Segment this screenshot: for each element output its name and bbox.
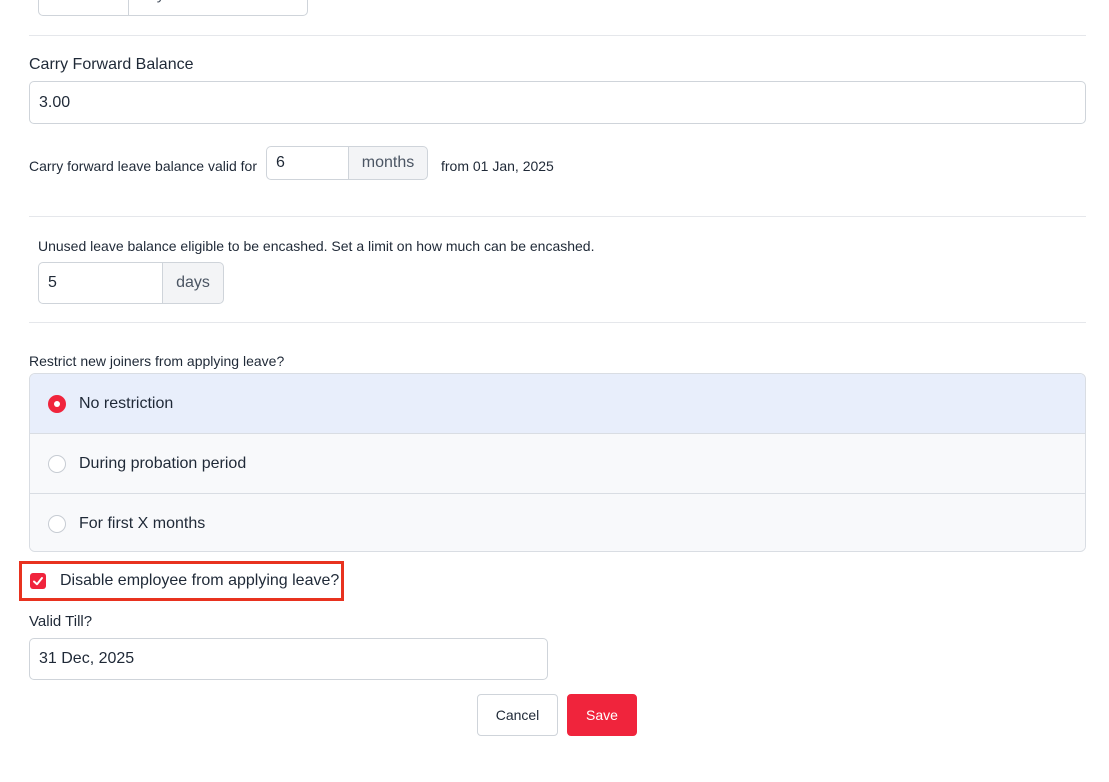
restrict-label: Restrict new joiners from applying leave… <box>29 353 285 369</box>
valid-till-input[interactable]: 31 Dec, 2025 <box>29 638 548 680</box>
radio-unselected-icon[interactable] <box>48 514 66 533</box>
checkmark-icon <box>33 577 43 586</box>
encashment-days-input[interactable]: 5 <box>38 262 162 304</box>
save-button[interactable]: Save <box>567 694 637 736</box>
restrict-option-label: During probation period <box>79 454 247 472</box>
encashment-group: 5 days <box>38 262 224 304</box>
top-days-group: 5 days <box>38 0 308 16</box>
carry-forward-validity-suffix: from 01 Jan, 2025 <box>441 158 554 174</box>
carry-forward-validity-group: 6 months <box>266 146 428 180</box>
divider-1 <box>29 35 1086 36</box>
cancel-button[interactable]: Cancel <box>477 694 558 736</box>
encashment-days-suffix: days <box>162 262 224 304</box>
restrict-option-no-restriction[interactable]: No restriction <box>30 374 1085 433</box>
restrict-option-label: For first X months <box>79 514 206 532</box>
divider-3 <box>29 322 1086 323</box>
restrict-option-label: No restriction <box>79 394 174 412</box>
carry-forward-months-input[interactable]: 6 <box>266 146 348 180</box>
restrict-option-first-x-months[interactable]: For first X months <box>30 493 1085 551</box>
divider-2 <box>29 216 1086 217</box>
disable-leave-checkbox[interactable] <box>30 573 46 589</box>
radio-unselected-icon[interactable] <box>48 454 66 473</box>
carry-forward-months-suffix: months <box>348 146 428 180</box>
top-days-input[interactable]: 5 <box>38 0 128 16</box>
carry-forward-validity-prefix: Carry forward leave balance valid for <box>29 158 257 174</box>
valid-till-label: Valid Till? <box>29 613 93 630</box>
carry-forward-input[interactable]: 3.00 <box>29 81 1086 124</box>
restrict-option-probation[interactable]: During probation period <box>30 433 1085 493</box>
restrict-options: No restriction During probation period F… <box>29 373 1086 552</box>
top-days-suffix: days <box>128 0 308 16</box>
radio-selected-icon[interactable] <box>48 394 66 413</box>
disable-leave-label: Disable employee from applying leave? <box>60 572 340 589</box>
carry-forward-label: Carry Forward Balance <box>29 56 194 73</box>
encashment-description: Unused leave balance eligible to be enca… <box>38 238 595 254</box>
